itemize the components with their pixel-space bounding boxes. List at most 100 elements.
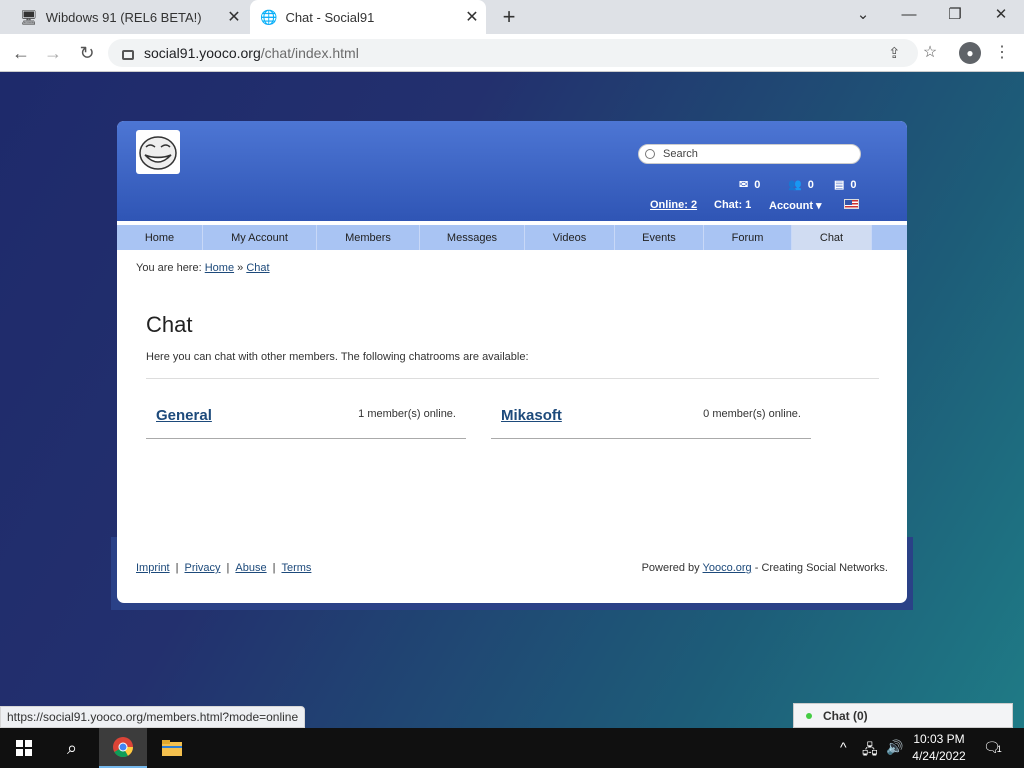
forward-arrow-icon[interactable]: → bbox=[40, 41, 66, 65]
clock-time: 10:03 PM bbox=[913, 732, 965, 746]
tab-title: Chat - Social91 bbox=[285, 9, 375, 25]
footer-links: Imprint | Privacy | Abuse | Terms bbox=[136, 562, 311, 574]
back-arrow-icon[interactable]: ← bbox=[8, 41, 34, 65]
users-icon: 👥 bbox=[788, 179, 802, 191]
profile-avatar-icon[interactable]: ● bbox=[959, 42, 981, 64]
chat-count[interactable]: Chat: 1 bbox=[714, 199, 751, 211]
menu-item-my-account[interactable]: My Account bbox=[203, 225, 317, 250]
friends-counter[interactable]: 👥 0 bbox=[788, 178, 814, 192]
online-dot-icon bbox=[806, 712, 812, 719]
footer-privacy-link[interactable]: Privacy bbox=[184, 562, 220, 574]
breadcrumb-prefix: You are here: bbox=[136, 262, 202, 274]
address-toolbar: ← → ↻ social91.yooco.org/chat/index.html… bbox=[0, 34, 1024, 72]
online-link[interactable]: Online: 2 bbox=[650, 199, 697, 211]
chatroom-online-count: 1 member(s) online. bbox=[358, 408, 456, 420]
bookmark-star-icon[interactable]: ☆ bbox=[919, 42, 941, 64]
network-icon[interactable]: 🖧 bbox=[862, 739, 878, 763]
powered-suffix: - Creating Social Networks. bbox=[754, 562, 888, 574]
start-button[interactable] bbox=[0, 728, 48, 768]
chrome-icon bbox=[113, 737, 134, 758]
footer-imprint-link[interactable]: Imprint bbox=[136, 562, 170, 574]
chat-widget-label: Chat (0) bbox=[823, 708, 868, 723]
footer-separator: | bbox=[226, 562, 230, 574]
chatroom-link[interactable]: Mikasoft bbox=[501, 407, 562, 424]
share-icon[interactable]: ⇪ bbox=[888, 44, 901, 62]
menu-item-chat[interactable]: Chat bbox=[792, 225, 872, 250]
chatroom-general: General 1 member(s) online. bbox=[146, 401, 466, 439]
menu-item-videos[interactable]: Videos bbox=[525, 225, 615, 250]
site-container: Search ✉ 0 👥 0 ▤ 0 Online: 2 Chat: 1 Acc… bbox=[117, 121, 907, 603]
chatroom-online-count: 0 member(s) online. bbox=[703, 408, 801, 420]
system-clock[interactable]: 10:03 PM 4/24/2022 bbox=[904, 731, 974, 765]
search-icon bbox=[645, 149, 655, 159]
show-hidden-icons-icon[interactable]: ^ bbox=[840, 739, 847, 755]
us-flag-icon[interactable] bbox=[844, 199, 859, 209]
new-tab-button[interactable]: + bbox=[498, 4, 520, 30]
search-placeholder: Search bbox=[663, 148, 698, 160]
account-dropdown[interactable]: Account ▾ bbox=[769, 199, 822, 212]
url-bar[interactable]: social91.yooco.org/chat/index.html ⇪ bbox=[108, 39, 918, 67]
chrome-taskbar-button[interactable] bbox=[99, 728, 147, 768]
reload-icon[interactable]: ↻ bbox=[74, 41, 100, 65]
tab-chat-social91[interactable]: 🌐 Chat - Social91 ✕ bbox=[250, 0, 486, 34]
menu-item-members[interactable]: Members bbox=[317, 225, 420, 250]
tab-search-chevron-icon[interactable]: ⌄ bbox=[840, 0, 886, 30]
restore-button[interactable]: ❐ bbox=[932, 0, 978, 30]
menu-item-messages[interactable]: Messages bbox=[420, 225, 525, 250]
site-header: Search ✉ 0 👥 0 ▤ 0 Online: 2 Chat: 1 Acc… bbox=[117, 121, 907, 221]
window-close-button[interactable]: ✕ bbox=[978, 0, 1024, 30]
footer-terms-link[interactable]: Terms bbox=[281, 562, 311, 574]
breadcrumb-chat-link[interactable]: Chat bbox=[246, 262, 269, 274]
menu-item-home[interactable]: Home bbox=[117, 225, 203, 250]
notifications-icon[interactable]: 🗨1 bbox=[983, 739, 1002, 756]
site-logo[interactable] bbox=[136, 130, 180, 174]
friends-count: 0 bbox=[807, 178, 814, 191]
lock-icon bbox=[122, 50, 134, 60]
status-bar-url: https://social91.yooco.org/members.html?… bbox=[0, 706, 306, 728]
notepad-icon: ▤ bbox=[834, 179, 845, 191]
close-icon[interactable]: ✕ bbox=[458, 7, 486, 27]
menu-item-forum[interactable]: Forum bbox=[704, 225, 792, 250]
close-icon[interactable]: ✕ bbox=[220, 7, 248, 27]
url-host: social91.yooco.org bbox=[144, 45, 261, 61]
divider bbox=[146, 378, 879, 379]
page-intro: Here you can chat with other members. Th… bbox=[146, 351, 529, 363]
page-title: Chat bbox=[146, 312, 193, 337]
footer-abuse-link[interactable]: Abuse bbox=[235, 562, 266, 574]
volume-icon[interactable]: 🔊 bbox=[886, 739, 903, 756]
tab-wibdows[interactable]: 🖥 Wibdows 91 (REL6 BETA!) ✕ bbox=[8, 0, 248, 34]
menu-item-events[interactable]: Events bbox=[615, 225, 704, 250]
chat-widget[interactable]: Chat (0) bbox=[793, 703, 1013, 728]
breadcrumb-separator: » bbox=[237, 262, 244, 274]
breadcrumb-home-link[interactable]: Home bbox=[205, 262, 234, 274]
windows-logo-icon bbox=[16, 740, 32, 756]
breadcrumb: You are here: Home » Chat bbox=[136, 262, 270, 274]
url-path: /chat/index.html bbox=[260, 45, 359, 61]
taskbar: ⌕ ^ 🖧 🔊 10:03 PM 4/24/2022 🗨1 bbox=[0, 728, 1024, 768]
footer-separator: | bbox=[175, 562, 179, 574]
globe-icon: 🌐 bbox=[260, 8, 278, 25]
footer-powered-by: Powered by Yooco.org - Creating Social N… bbox=[642, 562, 888, 574]
search-icon[interactable]: ⌕ bbox=[48, 728, 96, 768]
powered-prefix: Powered by bbox=[641, 562, 700, 574]
trollface-logo-icon bbox=[139, 136, 177, 170]
main-menu: Home My Account Members Messages Videos … bbox=[117, 225, 907, 250]
search-input[interactable]: Search bbox=[638, 144, 861, 164]
yooco-link[interactable]: Yooco.org bbox=[703, 562, 752, 574]
folder-icon bbox=[162, 740, 182, 756]
envelope-icon: ✉ bbox=[739, 179, 749, 191]
notes-counter[interactable]: ▤ 0 bbox=[834, 178, 857, 192]
messages-count: 0 bbox=[754, 178, 761, 191]
tab-bar: 🖥 Wibdows 91 (REL6 BETA!) ✕ 🌐 Chat - Soc… bbox=[0, 0, 1024, 34]
clock-date: 4/24/2022 bbox=[912, 749, 966, 763]
messages-counter[interactable]: ✉ 0 bbox=[739, 178, 761, 192]
notes-count: 0 bbox=[850, 178, 857, 191]
footer-separator: | bbox=[272, 562, 276, 574]
chatroom-link[interactable]: General bbox=[156, 407, 212, 424]
more-menu-icon[interactable]: ⋮ bbox=[991, 42, 1013, 64]
minimize-button[interactable]: — bbox=[886, 0, 932, 30]
tab-title: Wibdows 91 (REL6 BETA!) bbox=[45, 9, 202, 25]
chatroom-mikasoft: Mikasoft 0 member(s) online. bbox=[491, 401, 811, 439]
file-explorer-icon[interactable] bbox=[148, 728, 196, 768]
windows-logo-icon: 🖥 bbox=[20, 8, 38, 25]
